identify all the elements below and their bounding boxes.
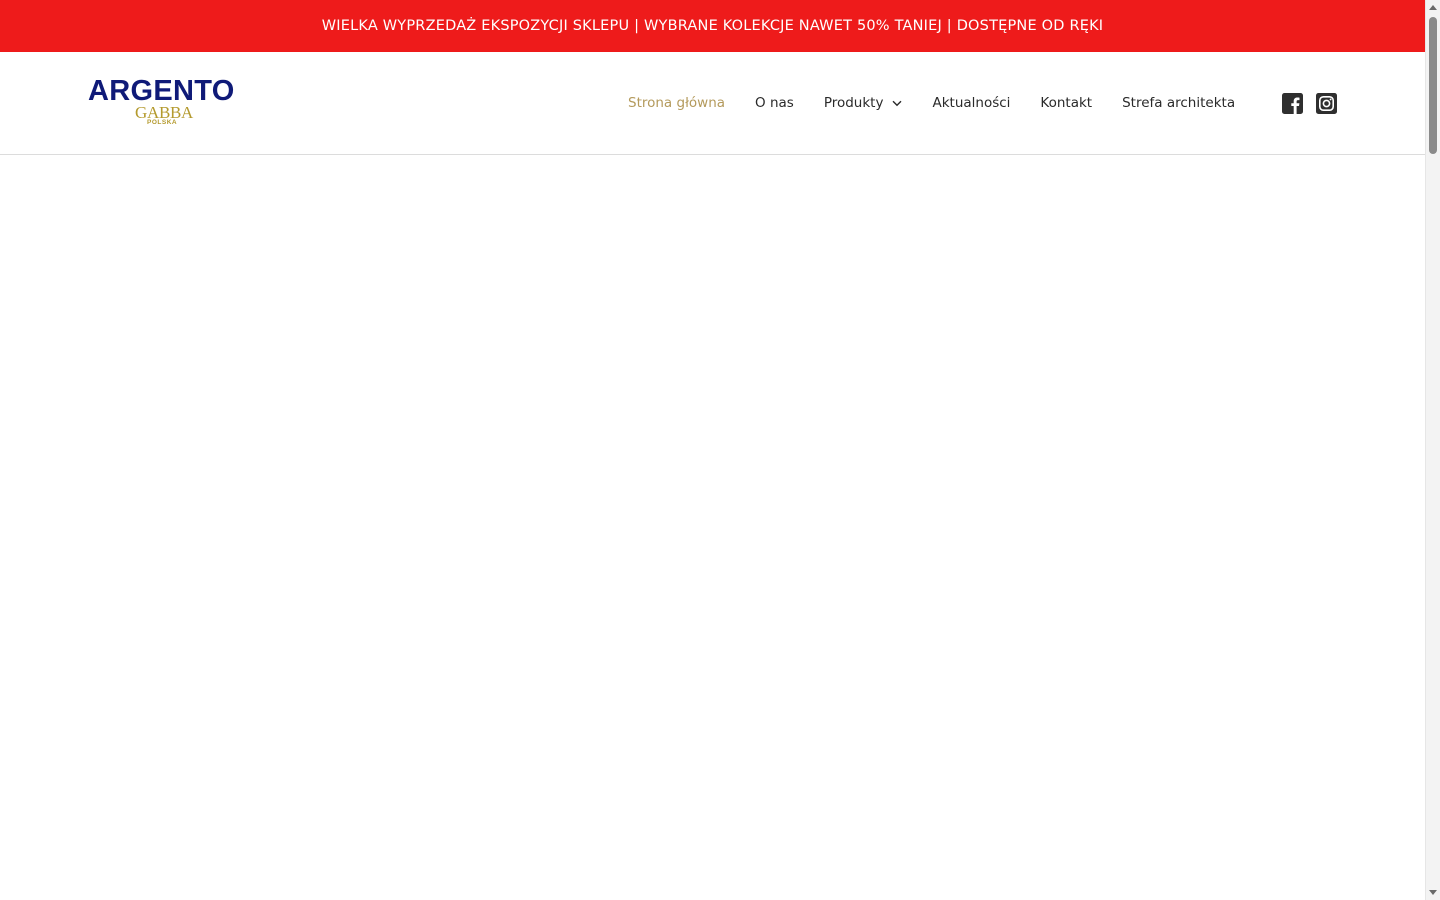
scroll-up-arrow[interactable]: [1429, 5, 1437, 10]
instagram-icon[interactable]: [1316, 93, 1337, 114]
nav-item-about[interactable]: O nas: [755, 95, 794, 111]
site-header: ARGENTO GABBA POLSKA Strona główna O nas…: [0, 52, 1425, 155]
page-scrollbar[interactable]: [1425, 0, 1440, 900]
logo-wordmark: ARGENTO: [88, 75, 235, 107]
page: WIELKA WYPRZEDAŻ EKSPOZYCJI SKLEPU | WYB…: [0, 0, 1440, 900]
nav-item-architect-zone[interactable]: Strefa architekta: [1122, 95, 1235, 111]
main-navigation: Strona główna O nas Produkty Aktualności…: [628, 52, 1235, 154]
announcement-bar: WIELKA WYPRZEDAŻ EKSPOZYCJI SKLEPU | WYB…: [0, 0, 1425, 52]
scrollbar-thumb[interactable]: [1429, 17, 1437, 154]
social-links: [1282, 93, 1337, 114]
site-logo[interactable]: ARGENTO GABBA POLSKA: [88, 76, 240, 130]
nav-item-products[interactable]: Produkty: [824, 95, 903, 111]
scroll-down-arrow[interactable]: [1429, 890, 1437, 895]
nav-item-label: Strefa architekta: [1122, 95, 1236, 111]
chevron-down-icon: [892, 100, 902, 106]
nav-item-news[interactable]: Aktualności: [932, 95, 1010, 111]
facebook-icon[interactable]: [1282, 93, 1303, 114]
nav-item-home[interactable]: Strona główna: [628, 95, 725, 111]
announcement-text: WIELKA WYPRZEDAŻ EKSPOZYCJI SKLEPU | WYB…: [321, 18, 1104, 34]
nav-item-label: O nas: [755, 95, 794, 111]
nav-item-label: Aktualności: [932, 95, 1011, 111]
nav-item-label: Kontakt: [1040, 95, 1093, 111]
main-content: [0, 155, 1425, 900]
nav-item-contact[interactable]: Kontakt: [1040, 95, 1092, 111]
logo-country: POLSKA: [147, 119, 178, 126]
nav-item-label: Strona główna: [628, 95, 726, 111]
nav-item-label: Produkty: [823, 95, 884, 111]
